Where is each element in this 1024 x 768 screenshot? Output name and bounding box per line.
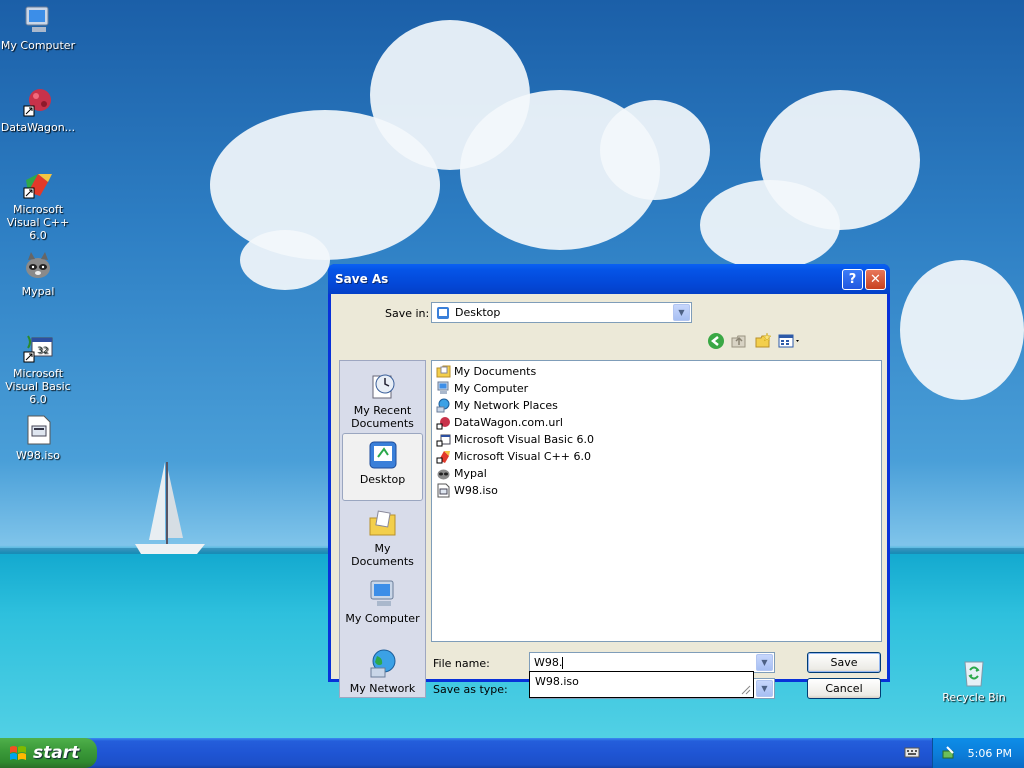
computer-icon [437, 381, 449, 394]
save-as-type-label: Save as type: [433, 683, 508, 696]
help-button[interactable]: ? [842, 269, 863, 290]
chevron-down-icon[interactable]: ▼ [673, 304, 690, 321]
desktop-icon-mypal[interactable]: Mypal [0, 250, 78, 298]
resize-grip-icon[interactable] [739, 683, 751, 695]
url-shortcut-icon [23, 89, 51, 117]
text-caret [562, 656, 564, 669]
file-name: My Network Places [454, 399, 558, 412]
svg-text:32: 32 [37, 346, 48, 356]
chevron-down-icon[interactable]: ▼ [756, 654, 773, 671]
desktop-icon-label: Microsoft Visual Basic 6.0 [5, 367, 71, 406]
start-label: start [33, 743, 80, 763]
file-name: Microsoft Visual Basic 6.0 [454, 433, 595, 446]
place-label: Desktop [359, 473, 406, 486]
place-label: My Recent Documents [351, 404, 414, 430]
desktop-icon-label: My Computer [0, 39, 76, 52]
raccoon-icon [26, 252, 50, 278]
recent-documents-icon [372, 374, 394, 399]
save-in-label: Save in: [385, 307, 430, 320]
keyboard-icon[interactable] [904, 745, 920, 759]
list-item[interactable]: My Documents [436, 363, 877, 380]
list-item[interactable]: Microsoft Visual C++ 6.0 [436, 448, 877, 465]
file-name-value: W98. [534, 656, 563, 669]
up-folder-icon[interactable] [730, 332, 748, 350]
my-documents-folder-icon [436, 365, 451, 378]
dialog-title: Save As [335, 272, 389, 286]
place-my-computer[interactable]: My Computer [342, 573, 423, 641]
network-globe-icon [436, 398, 450, 413]
taskbar: start 5:06 PM [0, 738, 1024, 768]
place-label: My Computer [345, 612, 420, 625]
recycle-bin-icon [964, 661, 984, 687]
save-button[interactable]: Save [807, 652, 881, 673]
file-name: My Documents [454, 365, 537, 378]
sailboat-image [135, 462, 205, 554]
list-item[interactable]: DataWagon.com.url [436, 414, 877, 431]
iso-file-icon [437, 483, 450, 498]
list-item[interactable]: Microsoft Visual Basic 6.0 [436, 431, 877, 448]
save-in-dropdown[interactable]: Desktop ▼ [431, 302, 692, 323]
file-name: Mypal [454, 467, 487, 480]
clock[interactable]: 5:06 PM [968, 747, 1012, 760]
desktop-icon [369, 441, 396, 469]
iso-file-icon [27, 415, 51, 445]
dialog-titlebar[interactable]: Save As ? ✕ [328, 264, 890, 294]
visual-cpp-icon [23, 174, 52, 199]
network-globe-icon [370, 649, 395, 678]
system-tray: 5:06 PM [932, 738, 1024, 768]
cancel-button[interactable]: Cancel [807, 678, 881, 699]
new-folder-icon[interactable] [754, 332, 772, 350]
place-my-documents[interactable]: My Documents [342, 503, 423, 571]
place-my-recent-documents[interactable]: My Recent Documents [342, 365, 423, 433]
save-as-dialog: Save As ? ✕ Save in: Desktop ▼ My Recent… [328, 264, 890, 699]
my-documents-folder-icon [369, 510, 395, 536]
computer-icon [25, 6, 49, 32]
visual-basic-icon: 32 [23, 335, 53, 363]
list-item[interactable]: My Computer [436, 380, 877, 397]
desktop-icon-recycle-bin[interactable]: Recycle Bin [934, 656, 1014, 704]
desktop-icon-w98-iso[interactable]: W98.iso [0, 414, 78, 462]
desktop-icon-label: W98.iso [16, 449, 60, 462]
place-label: My Documents [351, 542, 414, 568]
close-button[interactable]: ✕ [865, 269, 886, 290]
places-bar: My Recent Documents Desktop My Documents [339, 360, 426, 698]
desktop-icon-my-computer[interactable]: My Computer [0, 4, 78, 52]
file-name: W98.iso [454, 484, 498, 497]
save-in-value: Desktop [455, 306, 501, 319]
list-item[interactable]: My Network Places [436, 397, 877, 414]
list-item[interactable]: W98.iso [436, 482, 877, 499]
desktop-icon-datawagon[interactable]: DataWagon... [0, 86, 78, 134]
desktop-icon-label: Recycle Bin [942, 691, 1006, 704]
place-label: My Network [349, 682, 416, 695]
desktop-icon-visual-cpp[interactable]: Microsoft Visual C++ 6.0 [0, 168, 78, 242]
raccoon-icon [437, 469, 450, 480]
start-button[interactable]: start [0, 738, 97, 768]
visual-cpp-icon [436, 451, 450, 464]
desktop-icon-label: Microsoft Visual C++ 6.0 [6, 203, 70, 242]
desktop-icon-label: DataWagon... [0, 121, 76, 134]
autocomplete-dropdown[interactable]: W98.iso [529, 671, 754, 698]
list-item[interactable]: Mypal [436, 465, 877, 482]
chevron-down-icon[interactable]: ▼ [756, 680, 773, 697]
views-menu-icon[interactable] [777, 332, 803, 350]
desktop-folder-icon [437, 306, 449, 319]
file-name: Microsoft Visual C++ 6.0 [454, 450, 591, 463]
url-shortcut-icon [436, 417, 450, 430]
file-name-label: File name: [433, 657, 490, 670]
computer-icon [370, 580, 393, 606]
place-desktop[interactable]: Desktop [342, 433, 423, 501]
desktop-icon-visual-basic[interactable]: 32 Microsoft Visual Basic 6.0 [0, 332, 78, 406]
file-name: My Computer [454, 382, 529, 395]
windows-logo-icon [10, 746, 26, 760]
file-name: DataWagon.com.url [454, 416, 563, 429]
back-icon[interactable] [707, 332, 725, 350]
desktop-icon-label: Mypal [21, 285, 55, 298]
autocomplete-suggestion[interactable]: W98.iso [535, 675, 579, 688]
dialog-client-area: Save in: Desktop ▼ My Recent Documents D… [331, 294, 887, 699]
file-list[interactable]: My Documents My Computer My Network Plac… [431, 360, 882, 642]
visual-basic-icon [436, 434, 451, 447]
file-name-input[interactable]: W98. ▼ [529, 652, 775, 673]
safely-remove-hardware-icon[interactable] [941, 745, 957, 761]
place-my-network[interactable]: My Network [342, 643, 423, 711]
